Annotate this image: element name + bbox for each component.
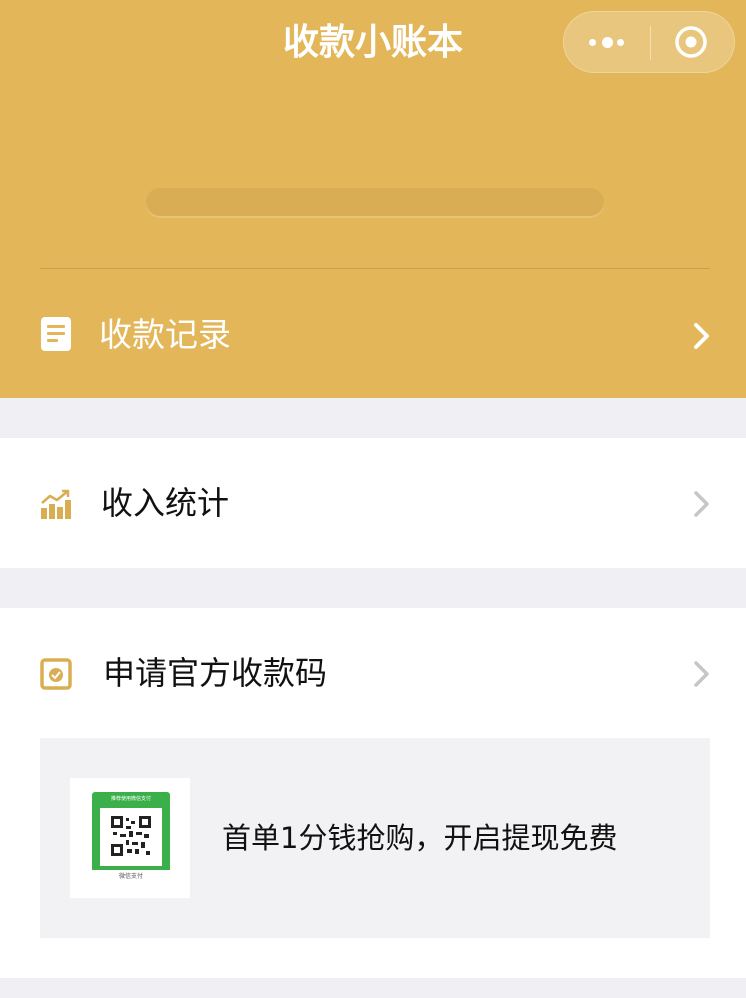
header: 收款小账本 收款记录 (0, 0, 746, 398)
income-statistics-row[interactable]: 收入统计 (0, 438, 746, 568)
target-icon[interactable] (674, 25, 708, 59)
payment-records-row[interactable]: 收款记录 (0, 270, 746, 398)
promo-banner[interactable]: 推荐使用微信支付 微信支付 首单1分钱抢购，开启提现免费 (40, 738, 710, 938)
wechat-pay-card: 推荐使用微信支付 微信支付 (92, 792, 170, 884)
mini-program-capsule (563, 11, 735, 73)
apply-official-qr-section: 申请官方收款码 推荐使用微信支付 微信支付 首单1分钱抢购，开启提现免费 (0, 608, 746, 978)
chevron-right-icon[interactable] (693, 660, 711, 688)
qr-code-icon (111, 816, 151, 856)
qr-card-bottom-text: 微信支付 (92, 870, 170, 884)
chevron-right-icon (694, 323, 709, 349)
header-divider (40, 268, 710, 269)
capsule-divider (650, 26, 651, 60)
qr-preview-image: 推荐使用微信支付 微信支付 (70, 778, 190, 898)
amount-placeholder-bar (146, 188, 604, 216)
chevron-right-icon (694, 491, 709, 517)
income-statistics-label: 收入统计 (101, 484, 230, 522)
document-icon (41, 317, 71, 351)
more-dots-icon[interactable] (589, 34, 629, 50)
payment-records-label: 收款记录 (99, 315, 231, 354)
promo-text: 首单1分钱抢购，开启提现免费 (222, 821, 618, 855)
qr-code-area (100, 808, 162, 866)
qr-badge-icon (40, 658, 72, 690)
bar-chart-icon (41, 489, 71, 519)
apply-official-qr-label[interactable]: 申请官方收款码 (103, 652, 327, 694)
qr-card-top-text: 推荐使用微信支付 (110, 796, 151, 802)
